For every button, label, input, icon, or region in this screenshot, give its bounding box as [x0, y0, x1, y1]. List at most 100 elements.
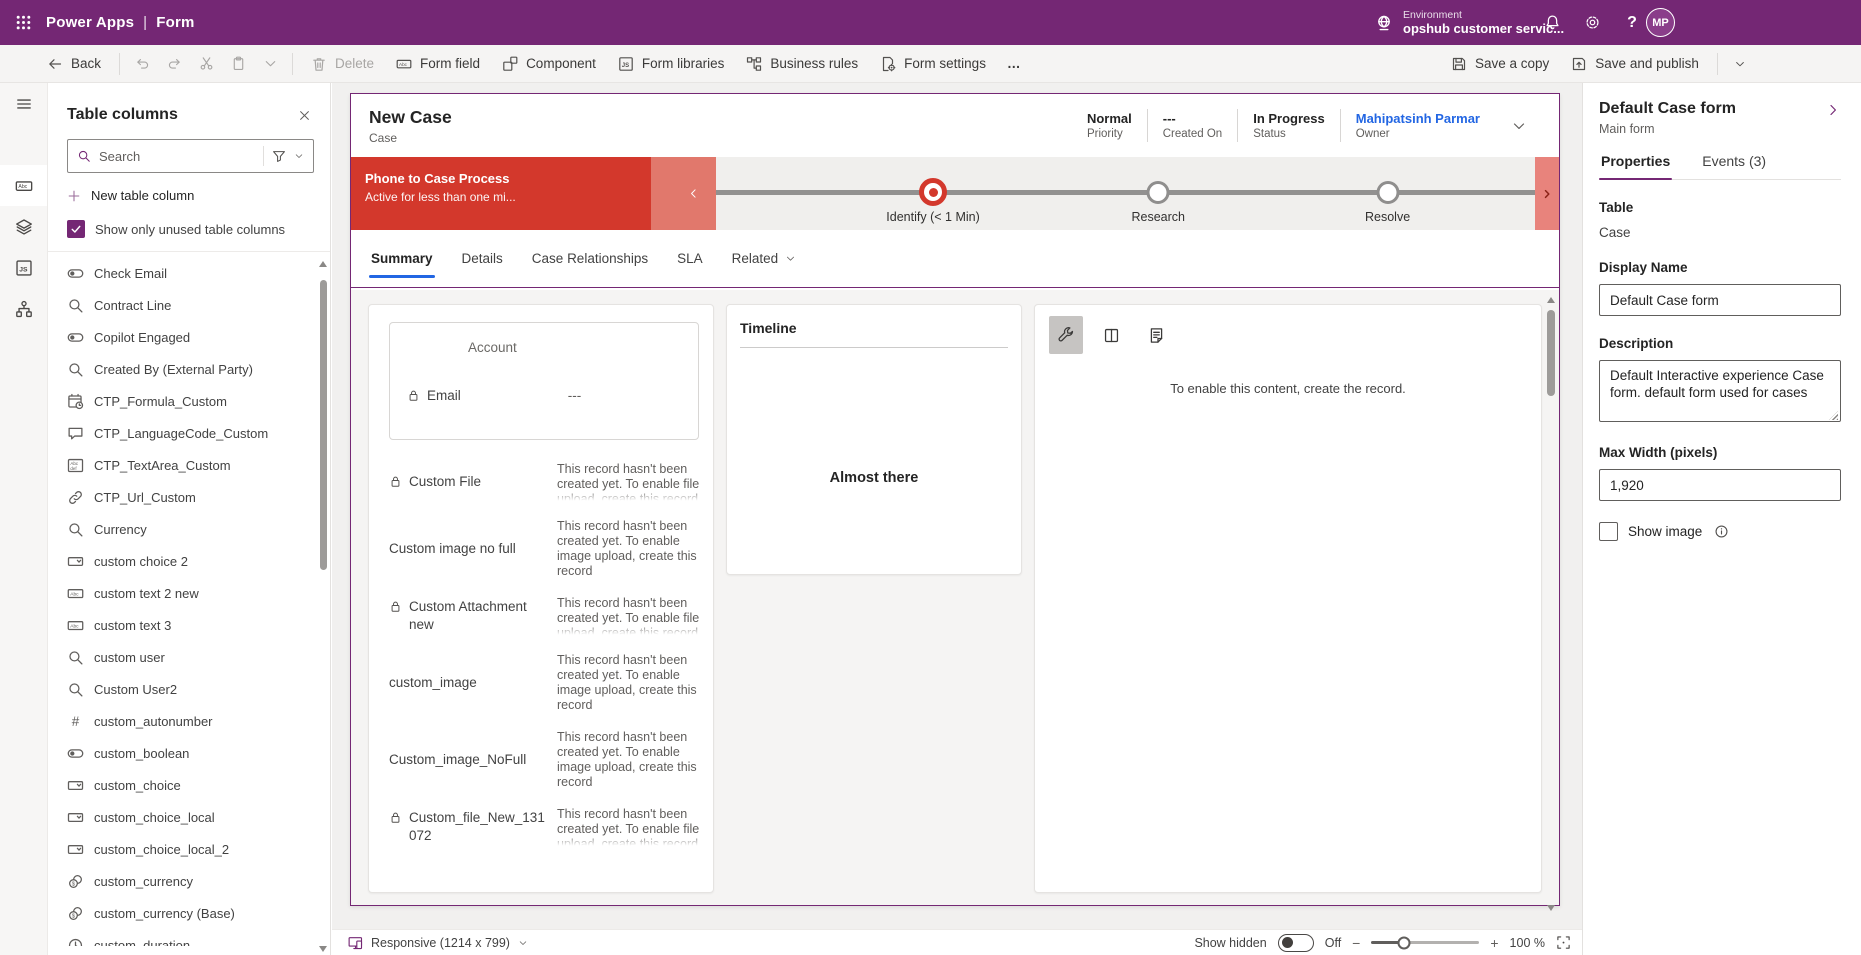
scroll-up-arrow[interactable] [319, 261, 327, 267]
form-field-row[interactable]: Custom Attachment newThis record hasn't … [389, 596, 701, 636]
zoom-in-button[interactable]: + [1490, 935, 1498, 951]
header-expand-chevron[interactable] [1511, 118, 1527, 134]
save-options-chevron[interactable] [1725, 49, 1755, 79]
redo-button[interactable] [159, 49, 189, 79]
table-column-item[interactable]: custom user [67, 641, 318, 673]
form-field-row[interactable]: Custom FileThis record hasn't been creat… [389, 462, 701, 502]
forms-tab-button[interactable] [1139, 316, 1173, 354]
chev-down-button[interactable] [255, 49, 285, 79]
table-column-item[interactable]: $custom_currency [67, 865, 318, 897]
table-column-item[interactable]: Abccustom text 2 new [67, 577, 318, 609]
save-and-publish-button[interactable]: Save and publish [1560, 49, 1710, 79]
scrollbar-thumb[interactable] [320, 280, 327, 570]
zoom-slider-knob[interactable] [1397, 936, 1410, 949]
rail-item-menu[interactable] [0, 83, 47, 124]
more-commands-button[interactable]: … [997, 49, 1032, 79]
table-column-item[interactable]: Created By (External Party) [67, 353, 318, 385]
table-column-item[interactable]: CTP_Formula_Custom [67, 385, 318, 417]
form-tab-related[interactable]: Related [731, 246, 798, 271]
bpf-stage[interactable]: Research [1147, 157, 1170, 204]
knowledge-tab-button[interactable] [1094, 316, 1128, 354]
table-column-item[interactable]: Abccustom text 3 [67, 609, 318, 641]
waffle-menu-button[interactable] [0, 0, 46, 45]
settings-button[interactable] [1576, 7, 1608, 39]
table-column-item[interactable]: Contract Line [67, 289, 318, 321]
cut-button[interactable] [191, 49, 221, 79]
scroll-down-arrow[interactable] [1547, 905, 1555, 911]
form-preview[interactable]: New Case Case NormalPriority---Created O… [350, 93, 1560, 906]
form-libraries-button[interactable]: JSForm libraries [607, 49, 736, 79]
form-tab-sla[interactable]: SLA [676, 246, 704, 271]
summary-left-section[interactable]: Account Email --- Custom FileThis record… [368, 304, 714, 893]
rail-item-form-libraries[interactable]: JS [0, 247, 47, 288]
scroll-up-arrow[interactable] [1547, 297, 1555, 303]
properties-tab-events-3-[interactable]: Events (3) [1700, 153, 1768, 179]
account-section[interactable]: Account Email --- [389, 322, 699, 440]
help-button[interactable]: ? [1616, 7, 1648, 39]
device-preview-selector[interactable]: Responsive (1214 x 799) [348, 935, 528, 950]
form-field-row[interactable]: custom_imageThis record hasn't been crea… [389, 653, 701, 713]
timeline-section[interactable]: Timeline Almost there [726, 304, 1022, 575]
email-field-row[interactable]: Email --- [390, 388, 698, 403]
form-tab-details[interactable]: Details [461, 246, 504, 271]
delete-button[interactable]: Delete [300, 49, 385, 79]
table-column-item[interactable]: CTP_Url_Custom [67, 481, 318, 513]
paste-button[interactable] [223, 49, 253, 79]
info-icon[interactable] [1714, 524, 1729, 539]
new-table-column-button[interactable]: New table column [67, 188, 311, 203]
display-name-input[interactable] [1599, 284, 1841, 316]
form-field-button[interactable]: AbcForm field [385, 49, 491, 79]
show-image-checkbox-row[interactable]: Show image [1599, 522, 1841, 541]
table-column-item[interactable]: custom_choice_local [67, 801, 318, 833]
scrollbar-thumb[interactable] [1547, 310, 1555, 396]
filter-icon[interactable] [272, 149, 286, 163]
table-column-item[interactable]: Copilot Engaged [67, 321, 318, 353]
back-button[interactable]: Back [36, 49, 112, 79]
checkbox-unchecked[interactable] [1599, 522, 1618, 541]
bpf-next-stage-button[interactable] [1535, 157, 1559, 230]
undo-button[interactable] [127, 49, 157, 79]
chevron-down-icon[interactable] [294, 151, 304, 161]
form-field-row[interactable]: Custom_image_NoFullThis record hasn't be… [389, 730, 701, 790]
table-column-item[interactable]: custom_choice [67, 769, 318, 801]
form-header[interactable]: New Case Case NormalPriority---Created O… [351, 94, 1559, 157]
form-tab-summary[interactable]: Summary [370, 246, 434, 271]
checkbox-checked[interactable] [67, 220, 85, 238]
rail-item-table-columns[interactable]: Abc [0, 165, 47, 206]
table-column-item[interactable]: Currency [67, 513, 318, 545]
bpf-stage[interactable]: Resolve [1376, 157, 1399, 204]
tools-tab-button[interactable] [1049, 316, 1083, 354]
fit-to-screen-icon[interactable] [1556, 935, 1571, 950]
canvas-scrollbar[interactable] [1544, 295, 1558, 913]
show-unused-checkbox-row[interactable]: Show only unused table columns [67, 220, 311, 238]
properties-tab-properties[interactable]: Properties [1599, 153, 1672, 179]
search-input[interactable] [99, 149, 255, 164]
table-column-item[interactable]: AbcdefCTP_TextArea_Custom [67, 449, 318, 481]
scroll-down-arrow[interactable] [319, 946, 327, 952]
notifications-button[interactable] [1536, 7, 1568, 39]
form-settings-button[interactable]: Form settings [869, 49, 997, 79]
close-panel-button[interactable] [292, 103, 316, 127]
table-column-item[interactable]: CTP_LanguageCode_Custom [67, 417, 318, 449]
table-column-item[interactable]: custom_duration [67, 929, 318, 946]
form-tab-case-relationships[interactable]: Case Relationships [531, 246, 649, 271]
save-a-copy-button[interactable]: Save a copy [1440, 49, 1560, 79]
component-button[interactable]: Component [491, 49, 607, 79]
business-rules-button[interactable]: Business rules [735, 49, 869, 79]
panel-scrollbar[interactable] [317, 259, 329, 954]
rail-item-components[interactable] [0, 124, 47, 165]
table-column-item[interactable]: custom_boolean [67, 737, 318, 769]
rail-item-layers[interactable] [0, 206, 47, 247]
table-column-item[interactable]: Custom User2 [67, 673, 318, 705]
header-field-value[interactable]: Mahipatsinh Parmar [1356, 111, 1480, 126]
show-hidden-toggle[interactable] [1278, 934, 1314, 952]
bpf-collapse-button[interactable] [651, 157, 716, 230]
form-field-row[interactable]: Custom image no fullThis record hasn't b… [389, 519, 701, 579]
related-content-section[interactable]: To enable this content, create the recor… [1034, 304, 1542, 893]
zoom-slider[interactable] [1371, 941, 1479, 944]
table-column-item[interactable]: custom_choice_local_2 [67, 833, 318, 865]
zoom-out-button[interactable]: − [1352, 935, 1360, 951]
max-width-input[interactable] [1599, 469, 1841, 501]
collapse-panel-chevron[interactable] [1825, 102, 1841, 118]
table-column-item[interactable]: $custom_currency (Base) [67, 897, 318, 929]
